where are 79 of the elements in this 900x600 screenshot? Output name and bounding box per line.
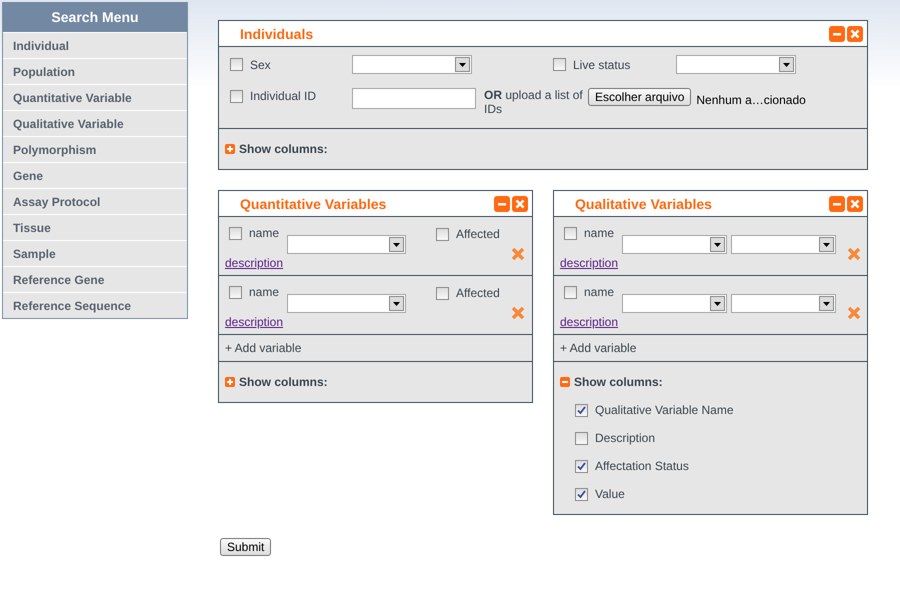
close-icon [850,28,860,38]
menu-item[interactable]: Qualitative Variable [3,110,187,136]
checkbox[interactable] [229,226,242,240]
show-columns-label: Show columns: [239,375,328,389]
checkbox[interactable] [436,286,449,300]
close-button[interactable] [847,196,863,212]
menu-item[interactable]: Tissue [3,214,187,240]
checkbox[interactable] [229,286,242,298]
name-label: name [584,226,614,240]
dropdown[interactable] [622,294,727,313]
column-option-label: Qualitative Variable Name [595,403,734,417]
menu-item[interactable]: Population [3,58,187,84]
checkbox[interactable] [575,488,588,500]
file-name: Nenhum a…cionado [696,93,806,107]
close-icon [850,198,860,208]
checkbox[interactable] [230,58,243,71]
individual-id-field[interactable] [352,88,476,109]
menu-item[interactable]: Reference Sequence [3,292,187,318]
close-button[interactable] [847,26,863,42]
column-option-label: Value [595,487,625,501]
name-label: name [249,285,280,299]
menu-item[interactable]: Sample [3,240,187,266]
dropdown[interactable] [730,235,836,254]
affected-label: Affected [456,227,500,241]
panel-title: Individuals [240,26,314,42]
checkbox[interactable] [553,58,566,71]
individual-id-label: Individual ID [250,89,316,103]
submit-button[interactable]: Submit [220,538,272,556]
remove-icon[interactable] [847,306,861,320]
checkbox[interactable] [436,228,449,240]
description-link[interactable]: description [225,315,284,329]
show-columns-label: Show columns: [574,375,663,389]
menu-item[interactable]: Reference Gene [3,266,187,292]
close-button[interactable] [512,196,528,212]
checkbox[interactable] [230,90,243,102]
checkbox[interactable] [564,286,577,298]
description-link[interactable]: description [560,315,618,329]
dropdown[interactable] [622,235,727,254]
add-variable-link[interactable]: + Add variable [560,341,636,355]
sex-label: Sex [250,58,271,72]
checkbox[interactable] [575,404,588,416]
name-label: name [249,226,280,240]
checkbox[interactable] [575,460,588,472]
minimize-button[interactable] [829,26,845,42]
show-columns-label: Show columns: [239,142,328,156]
name-label: name [584,285,614,299]
menu-item[interactable]: Assay Protocol [3,188,187,214]
minimize-button[interactable] [494,196,510,212]
dropdown[interactable] [730,294,836,313]
close-icon [515,198,525,208]
menu-item[interactable]: Polymorphism [3,136,187,162]
description-link[interactable]: description [225,256,284,270]
panel-title: Quantitative Variables [240,196,388,212]
remove-icon[interactable] [847,247,861,261]
checkbox[interactable] [575,432,588,444]
menu-item[interactable]: Quantitative Variable [3,84,187,110]
dropdown[interactable] [352,55,472,74]
affected-label: Affected [456,286,500,300]
column-option-label: Affectation Status [595,459,689,473]
dropdown[interactable] [676,55,796,74]
checkbox[interactable] [564,226,577,240]
collapse-icon[interactable] [560,377,570,387]
menu-item[interactable]: Gene [3,162,187,188]
menu-item[interactable]: Individual [3,32,187,58]
choose-file-button[interactable]: Escolher arquivo [588,88,692,106]
column-option-label: Description [595,431,656,445]
dropdown[interactable] [287,235,406,254]
description-link[interactable]: description [560,256,618,270]
remove-icon[interactable] [511,306,525,320]
remove-icon[interactable] [511,247,525,261]
menu-title: Search Menu [3,2,187,32]
live-status-label: Live status [573,58,630,72]
dropdown[interactable] [287,294,406,313]
upload-text: OR upload a list of IDs [484,88,584,116]
minimize-button[interactable] [829,196,845,212]
expand-icon[interactable] [225,377,235,387]
add-variable-link[interactable]: + Add variable [225,341,302,355]
expand-icon[interactable] [225,144,235,154]
panel-title: Qualitative Variables [575,196,713,212]
